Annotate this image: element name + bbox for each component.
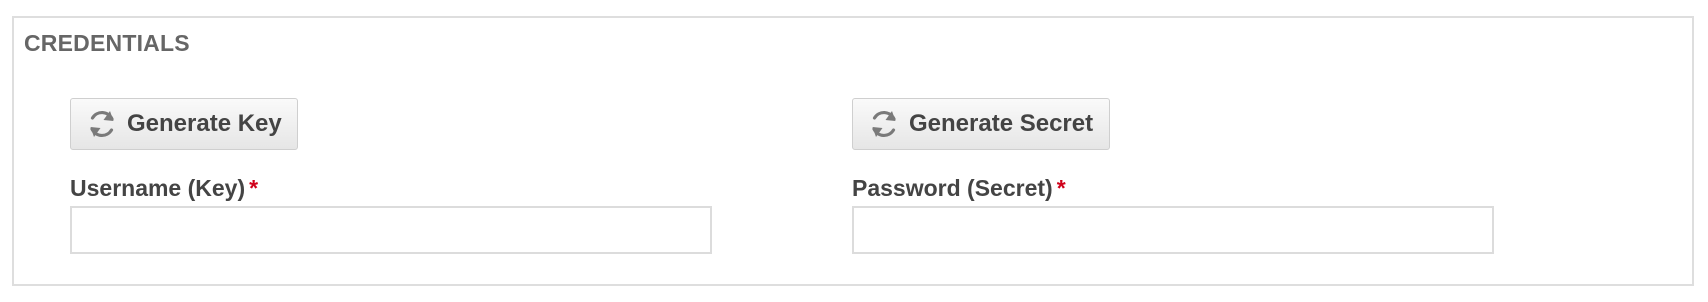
required-marker: * <box>249 175 259 201</box>
username-label-text: Username (Key) <box>70 175 246 201</box>
required-marker: * <box>1056 175 1066 201</box>
generate-secret-button[interactable]: Generate Secret <box>852 98 1110 150</box>
section-title: CREDENTIALS <box>24 30 190 56</box>
username-input[interactable] <box>70 206 712 254</box>
generate-key-button[interactable]: Generate Key <box>70 98 298 150</box>
generate-secret-label: Generate Secret <box>909 110 1094 137</box>
password-label-text: Password (Secret) <box>852 175 1053 201</box>
password-input[interactable] <box>852 206 1494 254</box>
refresh-icon <box>85 107 119 141</box>
refresh-icon <box>867 107 901 141</box>
password-label: Password (Secret) * <box>852 175 1066 202</box>
generate-key-label: Generate Key <box>127 110 282 137</box>
username-label: Username (Key) * <box>70 175 258 202</box>
